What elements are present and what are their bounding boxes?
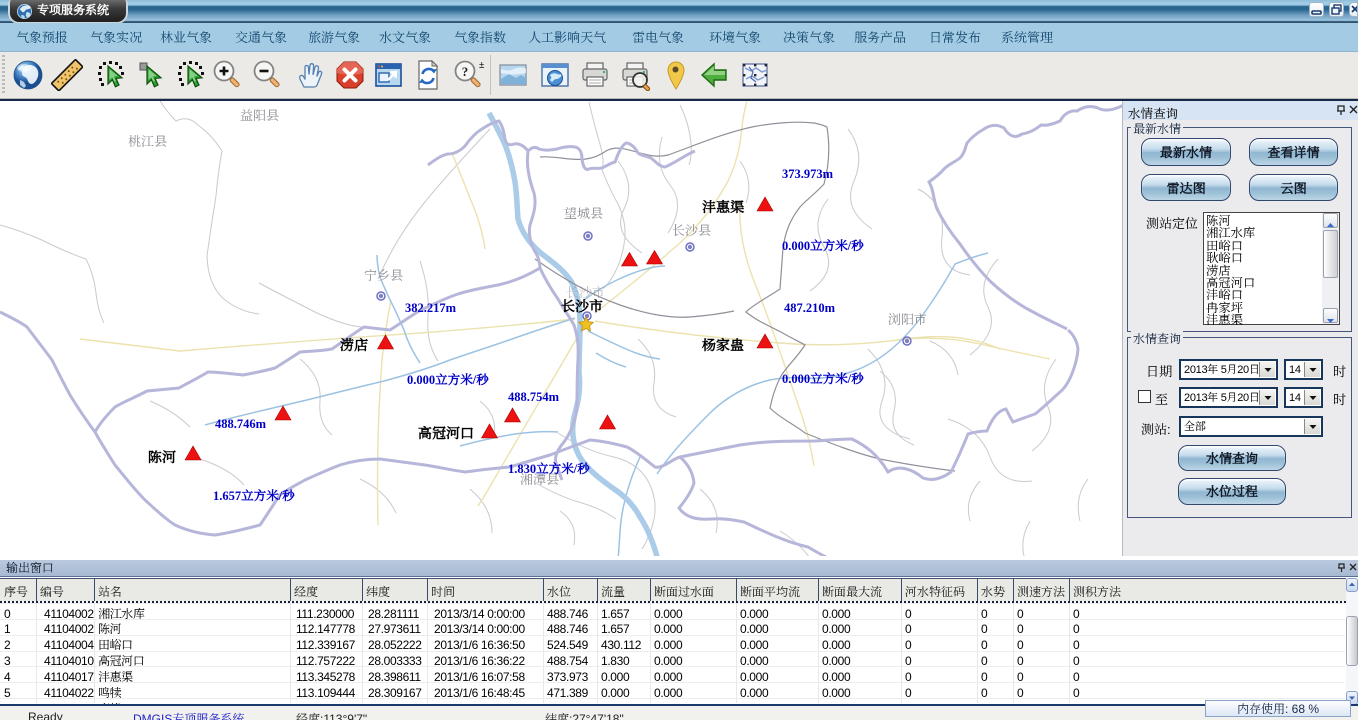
- svg-text:高冠河口: 高冠河口: [418, 423, 474, 443]
- svg-text:0.000立方米/秒: 0.000立方米/秒: [782, 236, 864, 254]
- svg-text:长沙市: 长沙市: [561, 296, 603, 316]
- svg-text:373.973m: 373.973m: [782, 164, 834, 182]
- svg-text:?: ?: [462, 64, 469, 79]
- svg-text:宁乡县: 宁乡县: [364, 265, 403, 284]
- svg-text:488.746m: 488.746m: [215, 414, 267, 432]
- svg-text:1.830立方米/秒: 1.830立方米/秒: [508, 459, 590, 477]
- svg-text:望城县: 望城县: [564, 203, 603, 222]
- svg-text:陈河: 陈河: [148, 447, 176, 467]
- svg-text:488.754m: 488.754m: [508, 387, 560, 405]
- svg-text:杨家蛊: 杨家蛊: [702, 335, 745, 355]
- svg-text:1.657立方米/秒: 1.657立方米/秒: [213, 486, 295, 504]
- svg-text:0.000立方米/秒: 0.000立方米/秒: [407, 370, 489, 388]
- svg-text:382.217m: 382.217m: [405, 298, 457, 316]
- svg-text:涝店: 涝店: [340, 335, 369, 355]
- svg-text:益阳县: 益阳县: [240, 105, 279, 124]
- svg-text:浏阳市: 浏阳市: [888, 309, 927, 328]
- svg-text:沣惠渠: 沣惠渠: [702, 197, 744, 217]
- svg-text:长沙县: 长沙县: [672, 220, 711, 239]
- svg-text:桃江县: 桃江县: [128, 131, 167, 150]
- svg-text:±: ±: [479, 60, 484, 71]
- svg-text:0.000立方米/秒: 0.000立方米/秒: [782, 369, 864, 387]
- svg-text:487.210m: 487.210m: [784, 298, 836, 316]
